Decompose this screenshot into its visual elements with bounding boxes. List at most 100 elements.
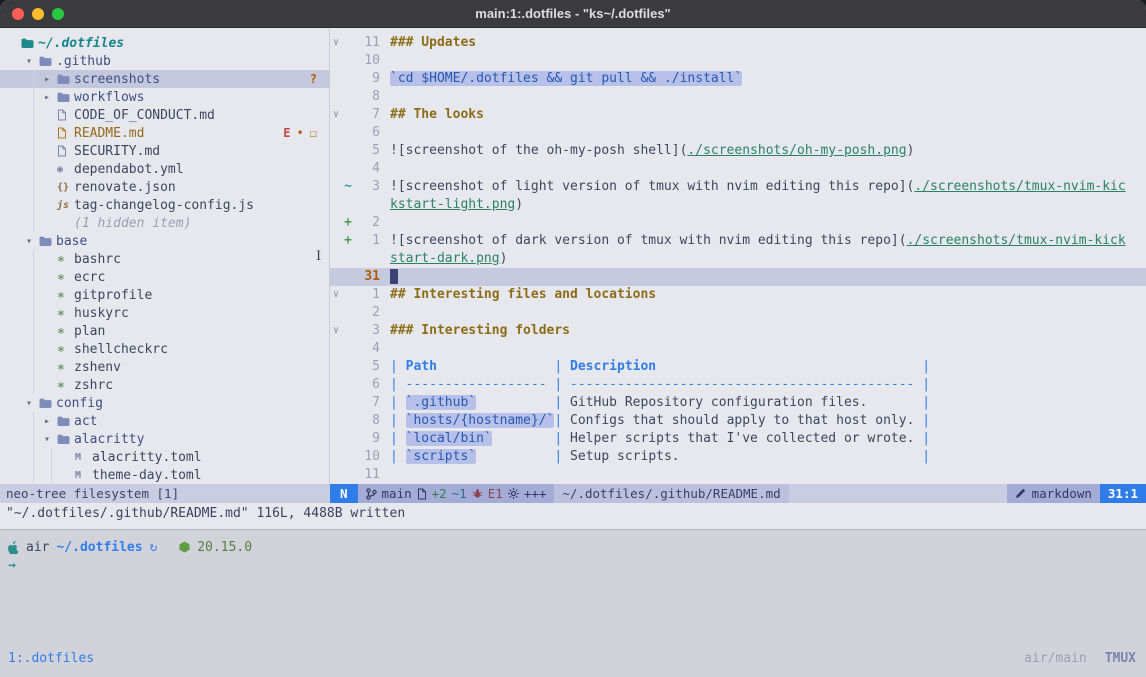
editor-line-3[interactable]: ~3![screenshot of light version of tmux … — [330, 178, 1146, 196]
editor-line-10[interactable]: 10 — [330, 52, 1146, 70]
tree-item-tag-changelog-config-js[interactable]: jstag-changelog-config.js — [0, 196, 329, 214]
tree-item-dotfiles[interactable]: ~/.dotfiles — [0, 34, 329, 52]
tree-item-1-hidden-item[interactable]: (1 hidden item) — [0, 214, 329, 232]
tree-item-github[interactable]: ▾.github — [0, 52, 329, 70]
yaml-icon: ◉ — [57, 164, 74, 175]
editor-line-10[interactable]: 10| `scripts` | Setup scripts. | — [330, 448, 1146, 466]
editor-line-9[interactable]: 9| `local/bin` | Helper scripts that I'v… — [330, 430, 1146, 448]
line-number: 11 — [354, 466, 380, 484]
sign-column — [342, 286, 354, 304]
editor-pane[interactable]: ∨11### Updates109`cd $HOME/.dotfiles && … — [330, 28, 1146, 484]
folder-root-icon — [21, 38, 38, 49]
editor-line-wrap[interactable]: start-dark.png) — [330, 250, 1146, 268]
fold-open-icon[interactable]: ∨ — [330, 106, 342, 124]
editor-line-31[interactable]: 31 — [330, 268, 1146, 286]
indent-guide — [26, 268, 44, 286]
editor-line-wrap[interactable]: kstart-light.png) — [330, 196, 1146, 214]
editor-line-8[interactable]: 8 — [330, 88, 1146, 106]
chevron-right-icon[interactable]: ▸ — [44, 92, 57, 103]
editor-line-6[interactable]: 6| ------------------ | ----------------… — [330, 376, 1146, 394]
fold-open-icon[interactable]: ∨ — [330, 286, 342, 304]
editor-line-2[interactable]: +2 — [330, 214, 1146, 232]
chevron-down-icon[interactable]: ▾ — [26, 236, 39, 247]
shell-icon: ∗ — [57, 378, 74, 393]
chevron-right-icon[interactable]: ▸ — [44, 74, 57, 85]
editor-line-7[interactable]: 7| `.github` | GitHub Repository configu… — [330, 394, 1146, 412]
line-number: 3 — [354, 322, 380, 340]
tree-item-shellcheckrc[interactable]: ∗shellcheckrc — [0, 340, 329, 358]
folder-icon — [57, 416, 74, 427]
tree-item-label: tag-changelog-config.js — [74, 198, 254, 213]
tree-item-security-md[interactable]: SECURITY.md — [0, 142, 329, 160]
tree-item-gitprofile[interactable]: ∗gitprofile — [0, 286, 329, 304]
neotree-statusline: neo-tree filesystem [1] — [0, 484, 330, 503]
editor-line-4[interactable]: 4 — [330, 340, 1146, 358]
tree-item-renovate-json[interactable]: {}renovate.json — [0, 178, 329, 196]
tree-item-workflows[interactable]: ▸workflows — [0, 88, 329, 106]
close-button[interactable] — [12, 8, 24, 20]
editor-line-6[interactable]: 6 — [330, 124, 1146, 142]
editor-line-9[interactable]: 9`cd $HOME/.dotfiles && git pull && ./in… — [330, 70, 1146, 88]
chevron-down-icon[interactable]: ▾ — [26, 56, 39, 67]
fold-open-icon[interactable]: ∨ — [330, 322, 342, 340]
tmux-pane-shell[interactable]: air ~/.dotfiles ↻ 20.15.0 → — [0, 529, 1146, 645]
tree-item-ecrc[interactable]: ∗ecrc — [0, 268, 329, 286]
line-number: 2 — [354, 304, 380, 322]
chevron-right-icon[interactable]: ▸ — [44, 416, 57, 427]
tree-item-plan[interactable]: ∗plan — [0, 322, 329, 340]
tree-item-badges: ? — [310, 72, 317, 86]
minimize-button[interactable] — [32, 8, 44, 20]
indent-guide — [8, 70, 26, 88]
editor-line-1[interactable]: +1![screenshot of dark version of tmux w… — [330, 232, 1146, 250]
tree-item-zshenv[interactable]: ∗zshenv — [0, 358, 329, 376]
editor-line-2[interactable]: 2 — [330, 304, 1146, 322]
editor-line-1[interactable]: ∨1## Interesting files and locations — [330, 286, 1146, 304]
chevron-down-icon[interactable]: ▾ — [44, 434, 57, 445]
tree-item-act[interactable]: ▸act — [0, 412, 329, 430]
tree-item-alacritty-toml[interactable]: Malacritty.toml — [0, 448, 329, 466]
editor-line-4[interactable]: 4 — [330, 160, 1146, 178]
statusline-row: neo-tree filesystem [1] N main +2 ~1 E1 … — [0, 484, 1146, 503]
editor-line-8[interactable]: 8| `hosts/{hostname}/`| Configs that sho… — [330, 412, 1146, 430]
folder-icon — [57, 434, 74, 445]
editor-line-11[interactable]: 11 — [330, 466, 1146, 484]
diff-added: +2 — [432, 486, 447, 501]
git-sign: + — [342, 232, 354, 250]
editor-line-5[interactable]: 5![screenshot of the oh-my-posh shell](.… — [330, 142, 1146, 160]
sign-column — [342, 196, 354, 214]
editor-line-7[interactable]: ∨7## The looks — [330, 106, 1146, 124]
diff-changed: ~1 — [452, 486, 467, 501]
filetype-label: markdown — [1032, 486, 1092, 501]
editor-line-5[interactable]: 5| Path | Description | — [330, 358, 1146, 376]
tree-item-theme-day-toml[interactable]: Mtheme-day.toml — [0, 466, 329, 484]
fold-column — [330, 394, 342, 412]
window-title: main:1:.dotfiles - "ks~/.dotfiles" — [0, 6, 1146, 21]
line-text: ![screenshot of the oh-my-posh shell](./… — [390, 142, 914, 160]
sign-column — [342, 412, 354, 430]
tree-item-config[interactable]: ▾config — [0, 394, 329, 412]
tree-item-huskyrc[interactable]: ∗huskyrc — [0, 304, 329, 322]
tree-item-readme-md[interactable]: README.mdE•☐ — [0, 124, 329, 142]
tree-item-base[interactable]: ▾base — [0, 232, 329, 250]
tree-item-bashrc[interactable]: ∗bashrc — [0, 250, 329, 268]
tree-item-code-of-conduct-md[interactable]: CODE_OF_CONDUCT.md — [0, 106, 329, 124]
chevron-down-icon[interactable]: ▾ — [26, 398, 39, 409]
tree-item-zshrc[interactable]: ∗zshrc — [0, 376, 329, 394]
zoom-button[interactable] — [52, 8, 64, 20]
editor-line-11[interactable]: ∨11### Updates — [330, 34, 1146, 52]
fold-open-icon[interactable]: ∨ — [330, 34, 342, 52]
titlebar[interactable]: main:1:.dotfiles - "ks~/.dotfiles" — [0, 0, 1146, 28]
tmux-window-label[interactable]: 1:.dotfiles — [8, 651, 94, 666]
tree-item-label: gitprofile — [74, 288, 152, 303]
line-text: | `scripts` | Setup scripts. | — [390, 448, 930, 466]
fold-column — [330, 268, 342, 286]
editor-line-3[interactable]: ∨3### Interesting folders — [330, 322, 1146, 340]
line-number — [354, 250, 380, 268]
tree-item-alacritty[interactable]: ▾alacritty — [0, 430, 329, 448]
pencil-icon — [1015, 488, 1026, 499]
tree-item-screenshots[interactable]: ▸screenshots? — [0, 70, 329, 88]
neotree-panel[interactable]: ~/.dotfiles▾.github▸screenshots?▸workflo… — [0, 28, 330, 484]
fold-column — [330, 448, 342, 466]
line-text: ## The looks — [390, 106, 484, 124]
tree-item-dependabot-yml[interactable]: ◉dependabot.yml — [0, 160, 329, 178]
